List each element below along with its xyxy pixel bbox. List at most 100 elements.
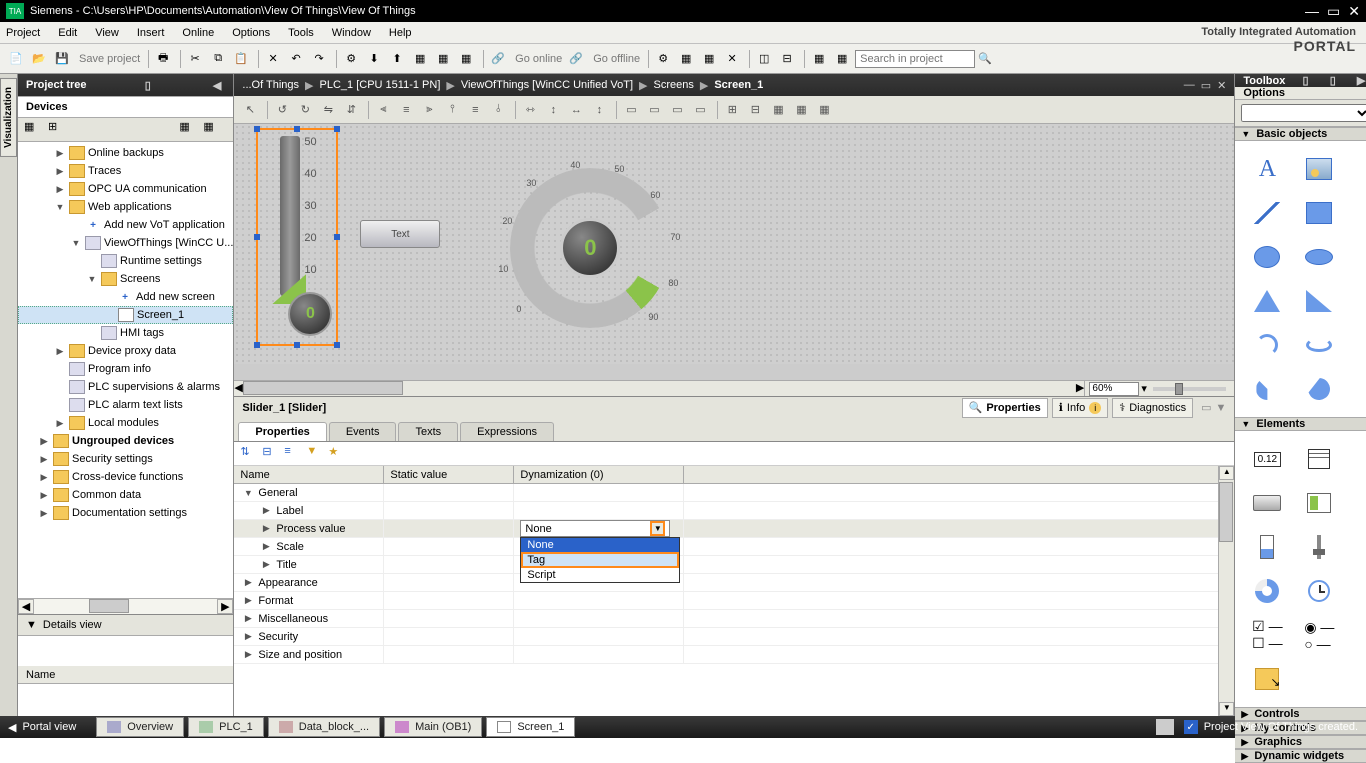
- menu-project[interactable]: Project: [6, 27, 40, 39]
- download-button[interactable]: ⬇: [364, 49, 384, 69]
- bc-1[interactable]: PLC_1 [CPU 1511-1 PN]: [320, 79, 441, 91]
- basic-objects-header[interactable]: ▼Basic objects: [1235, 127, 1366, 141]
- prop-expand-icon[interactable]: ▶: [260, 523, 272, 534]
- canvas-scrollbar[interactable]: ◀ ▶ ▾: [234, 380, 1234, 396]
- zoom-slider[interactable]: [1153, 387, 1226, 391]
- props-vscroll[interactable]: ▲ ▼: [1218, 466, 1234, 716]
- toolbox-filter-select[interactable]: [1241, 104, 1366, 122]
- open-project-button[interactable]: 📂: [29, 49, 49, 69]
- save-icon[interactable]: 💾: [52, 49, 72, 69]
- devices-tab[interactable]: Devices: [18, 96, 233, 118]
- close-button[interactable]: ✕: [1348, 3, 1360, 20]
- menu-view[interactable]: View: [95, 27, 119, 39]
- delete-button[interactable]: ✕: [263, 49, 283, 69]
- tree-item-documentation-settings[interactable]: ▶Documentation settings: [18, 504, 233, 522]
- zoom-control[interactable]: ▾: [1084, 381, 1234, 396]
- et-misc-2[interactable]: ▦: [791, 100, 811, 120]
- panel-pin-icon[interactable]: ▯: [145, 79, 151, 92]
- expand-icon[interactable]: ▼: [86, 274, 98, 284]
- scroll-thumb[interactable]: [89, 599, 129, 613]
- canvas-scroll-left[interactable]: ◀: [234, 381, 242, 396]
- io-field-element[interactable]: 0.12: [1243, 439, 1291, 479]
- pt-collapse[interactable]: ≡: [284, 445, 302, 463]
- tree-item-add-new-vot-application[interactable]: +Add new VoT application: [18, 216, 233, 234]
- expand-icon[interactable]: ▶: [38, 490, 50, 501]
- dynamization-dropdown[interactable]: NoneTagScript: [520, 537, 680, 583]
- footer-tab-plc1[interactable]: PLC_1: [188, 717, 264, 737]
- subtab-texts[interactable]: Texts: [398, 422, 458, 441]
- canvas-scroll-right[interactable]: ▶: [1076, 381, 1084, 396]
- footer-tab-datablock[interactable]: Data_block_...: [268, 717, 380, 737]
- tree-item-ungrouped-devices[interactable]: ▶Ungrouped devices: [18, 432, 233, 450]
- rectangle-object[interactable]: [1295, 193, 1343, 233]
- expand-icon[interactable]: ▶: [54, 418, 66, 429]
- dyn-option-script[interactable]: Script: [521, 568, 679, 582]
- details-view-header[interactable]: ▼ Details view: [18, 614, 233, 636]
- tb-icon-5[interactable]: ▦: [676, 49, 696, 69]
- et-dist-h[interactable]: ⇿: [520, 100, 540, 120]
- et-ungroup[interactable]: ⊟: [745, 100, 765, 120]
- pt-filter[interactable]: ▼: [306, 445, 324, 463]
- tb-icon-7[interactable]: ✕: [722, 49, 742, 69]
- expand-icon[interactable]: ▼: [70, 238, 82, 248]
- tree-item-online-backups[interactable]: ▶Online backups: [18, 144, 233, 162]
- slider-track[interactable]: [280, 136, 300, 296]
- zoom-value[interactable]: [1089, 382, 1139, 396]
- dropdown-arrow-icon[interactable]: ▼: [650, 521, 665, 536]
- save-label[interactable]: Save project: [79, 53, 140, 65]
- arc-object[interactable]: [1243, 325, 1291, 365]
- button-element[interactable]: [1243, 483, 1291, 523]
- screen-canvas[interactable]: 5040302010 0 Text 0 0102030405060708090: [234, 124, 1234, 364]
- visualization-tab[interactable]: Visualization: [0, 78, 17, 157]
- expand-icon[interactable]: ▶: [38, 436, 50, 447]
- ellipse-object[interactable]: [1295, 237, 1343, 277]
- tb-icon-4[interactable]: ⚙: [653, 49, 673, 69]
- panel-collapse-icon[interactable]: ◀: [213, 79, 221, 92]
- prop-row-label[interactable]: ▶Label: [234, 502, 1218, 520]
- list-element[interactable]: [1295, 439, 1343, 479]
- tree-item-local-modules[interactable]: ▶Local modules: [18, 414, 233, 432]
- maximize-button[interactable]: ▭: [1327, 3, 1340, 20]
- bc-0[interactable]: ...Of Things: [242, 79, 299, 91]
- minimize-button[interactable]: —: [1305, 3, 1319, 19]
- footer-tab-screen1[interactable]: Screen_1: [486, 717, 575, 737]
- new-project-button[interactable]: 📄: [6, 49, 26, 69]
- et-align-b[interactable]: ⫰: [488, 100, 508, 120]
- canvas-scroll-thumb[interactable]: [243, 381, 403, 395]
- et-same-w[interactable]: ↔: [566, 100, 586, 120]
- tree-item-viewofthings-wincc-u-[interactable]: ▼ViewOfThings [WinCC U...: [18, 234, 233, 252]
- bc-3[interactable]: Screens: [654, 79, 694, 91]
- info-tab-button[interactable]: ℹInfoi: [1052, 398, 1109, 418]
- toolbox-collapse-icon[interactable]: ▶: [1357, 74, 1365, 87]
- canvas-wrap[interactable]: 5040302010 0 Text 0 0102030405060708090: [234, 124, 1234, 380]
- paste-button[interactable]: 📋: [231, 49, 251, 69]
- chord-object[interactable]: [1295, 369, 1343, 409]
- prop-expand-icon[interactable]: ▶: [242, 649, 254, 660]
- pie-object[interactable]: [1243, 369, 1291, 409]
- search-input[interactable]: [855, 50, 975, 68]
- status-icon[interactable]: [1156, 719, 1174, 735]
- expand-icon[interactable]: ▶: [54, 184, 66, 195]
- subtab-events[interactable]: Events: [329, 422, 397, 441]
- et-same-h[interactable]: ↕: [589, 100, 609, 120]
- toolbox-pin-icon[interactable]: ▯: [1330, 74, 1336, 87]
- props-float-icon[interactable]: ▭: [1201, 401, 1211, 414]
- et-dist-v[interactable]: ↕: [543, 100, 563, 120]
- prop-expand-icon[interactable]: ▶: [260, 541, 272, 552]
- prop-row-general[interactable]: ▼General: [234, 484, 1218, 502]
- triangle-object[interactable]: [1243, 281, 1291, 321]
- bar-element[interactable]: [1243, 527, 1291, 567]
- prop-expand-icon[interactable]: ▶: [260, 559, 272, 570]
- et-align-m[interactable]: ≡: [465, 100, 485, 120]
- prop-row-process-value[interactable]: ▶Process valueNone▼NoneTagScript: [234, 520, 1218, 538]
- tree-item-program-info[interactable]: Program info: [18, 360, 233, 378]
- prop-row-miscellaneous[interactable]: ▶Miscellaneous: [234, 610, 1218, 628]
- go-online-icon[interactable]: 🔗: [488, 49, 508, 69]
- props-scroll-up[interactable]: ▲: [1219, 466, 1234, 480]
- tree-item-screens[interactable]: ▼Screens: [18, 270, 233, 288]
- go-offline-label[interactable]: Go offline: [593, 53, 640, 65]
- pt-expand[interactable]: ⊟: [262, 445, 280, 463]
- et-rotate-r[interactable]: ↻: [295, 100, 315, 120]
- expand-icon[interactable]: ▶: [54, 148, 66, 159]
- subtab-expressions[interactable]: Expressions: [460, 422, 554, 441]
